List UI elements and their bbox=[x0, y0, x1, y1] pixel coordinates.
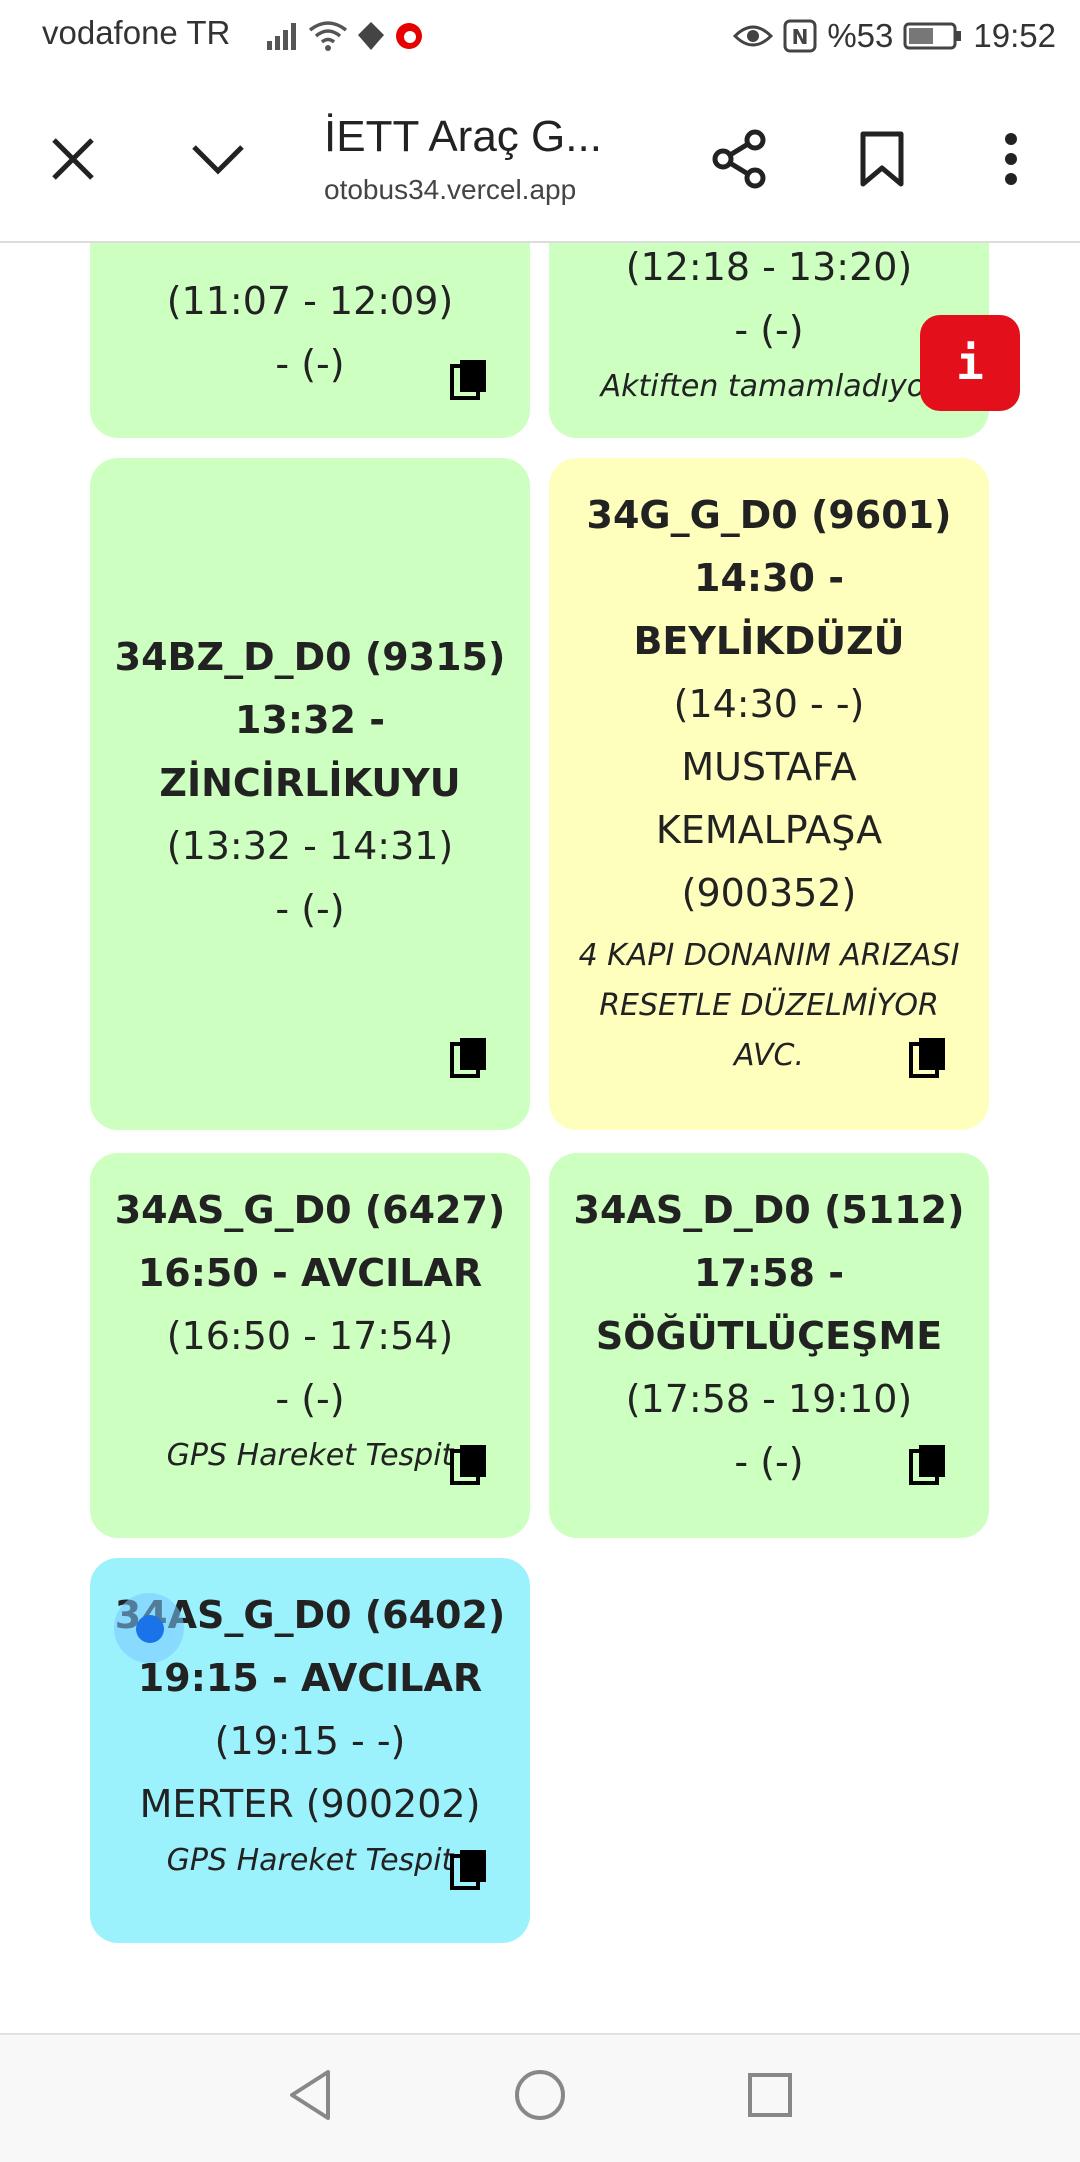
share-button[interactable] bbox=[700, 76, 778, 241]
vehicle-card[interactable]: 34AS_G_D0 (6427) 16:50 - AVCILAR (16:50 … bbox=[90, 1153, 530, 1538]
back-button[interactable] bbox=[280, 2065, 340, 2125]
copy-icon[interactable] bbox=[450, 358, 490, 402]
more-vertical-icon bbox=[1005, 132, 1017, 185]
card-departure: 17:58 - bbox=[694, 1251, 844, 1295]
page-title: İETT Araç G... bbox=[324, 112, 602, 161]
clock: 19:52 bbox=[973, 17, 1056, 54]
card-driver: MUSTAFA bbox=[681, 745, 857, 789]
location-icon bbox=[358, 22, 384, 50]
card-driver: - (-) bbox=[275, 1377, 345, 1421]
card-time-range: (17:58 - 19:10) bbox=[625, 1377, 913, 1421]
home-circle-icon bbox=[515, 2070, 565, 2120]
card-note: Aktiften tamamladıyor bbox=[600, 369, 938, 404]
card-destination: BEYLİKDÜZÜ bbox=[633, 619, 905, 663]
status-bar: vodafone TR N %53 19:52 bbox=[0, 0, 1080, 76]
card-vehicle-id: 34AS_G_D0 (6427) bbox=[114, 1188, 506, 1232]
card-driver: - (-) bbox=[734, 308, 804, 352]
recents-square-icon bbox=[748, 2073, 792, 2117]
vehicle-card[interactable]: 34BZ_D_D0 (9315) 13:32 - ZİNCİRLİKUYU (1… bbox=[90, 458, 530, 1130]
card-time-range: (12:18 - 13:20) bbox=[625, 245, 913, 289]
bookmark-button[interactable] bbox=[845, 76, 919, 241]
card-vehicle-id: 34G_G_D0 (9601) bbox=[586, 493, 952, 537]
vehicle-list: (11:07 - 12:09) - (-) (12:18 - 13:20) - … bbox=[0, 243, 1080, 2033]
more-menu-button[interactable] bbox=[985, 76, 1037, 241]
vehicle-card[interactable]: (11:07 - 12:09) - (-) bbox=[90, 243, 530, 438]
card-time-range: (16:50 - 17:54) bbox=[166, 1314, 454, 1358]
card-driver-surname: KEMALPAŞA bbox=[655, 808, 883, 852]
bookmark-icon bbox=[860, 131, 904, 186]
card-departure: 13:32 - bbox=[235, 698, 385, 742]
recents-button[interactable] bbox=[740, 2065, 800, 2125]
svg-text:N: N bbox=[792, 25, 809, 49]
vehicle-card[interactable]: 34G_G_D0 (9601) 14:30 - BEYLİKDÜZÜ (14:3… bbox=[549, 458, 989, 1130]
card-driver-id: (900352) bbox=[681, 871, 857, 915]
vodafone-icon bbox=[396, 23, 422, 49]
card-time-range: (19:15 - -) bbox=[214, 1719, 406, 1763]
vehicle-card[interactable]: 34AS_D_D0 (5112) 17:58 - SÖĞÜTLÜÇEŞME (1… bbox=[549, 1153, 989, 1538]
chevron-down-icon bbox=[192, 144, 244, 175]
card-driver: - (-) bbox=[275, 887, 345, 931]
card-destination: 16:50 - AVCILAR bbox=[137, 1251, 483, 1295]
card-departure: 14:30 - bbox=[694, 556, 844, 600]
nfc-icon: N bbox=[783, 19, 817, 53]
copy-icon[interactable] bbox=[909, 1036, 949, 1080]
browser-toolbar: İETT Araç G... otobus34.vercel.app bbox=[0, 76, 1080, 243]
copy-icon[interactable] bbox=[909, 1443, 949, 1487]
card-time-range: (14:30 - -) bbox=[673, 682, 865, 726]
home-button[interactable] bbox=[510, 2065, 570, 2125]
info-button[interactable]: i bbox=[920, 315, 1020, 411]
battery-percent: %53 bbox=[827, 17, 894, 54]
card-destination: SÖĞÜTLÜÇEŞME bbox=[595, 1314, 943, 1358]
status-icons-left bbox=[266, 14, 424, 58]
close-icon bbox=[52, 137, 94, 180]
eye-icon bbox=[733, 25, 774, 47]
copy-icon[interactable] bbox=[450, 1848, 490, 1892]
collapse-button[interactable] bbox=[168, 76, 268, 241]
page-url: otobus34.vercel.app bbox=[324, 174, 577, 205]
card-time-range: (13:32 - 14:31) bbox=[166, 824, 454, 868]
touch-indicator bbox=[114, 1593, 184, 1663]
card-vehicle-id: 34BZ_D_D0 (9315) bbox=[114, 635, 506, 679]
system-nav-bar bbox=[0, 2033, 1080, 2162]
carrier-name: vodafone TR bbox=[42, 14, 231, 51]
copy-icon[interactable] bbox=[450, 1443, 490, 1487]
signal-icon bbox=[267, 23, 296, 50]
back-triangle-icon bbox=[290, 2070, 330, 2120]
card-vehicle-id: 34AS_D_D0 (5112) bbox=[573, 1188, 965, 1232]
card-time-range: (11:07 - 12:09) bbox=[166, 279, 454, 323]
status-icons-right: N %53 19:52 bbox=[733, 14, 1056, 58]
card-driver: MERTER (900202) bbox=[139, 1782, 481, 1826]
close-button[interactable] bbox=[28, 76, 118, 241]
wifi-icon bbox=[308, 21, 348, 51]
card-destination: ZİNCİRLİKUYU bbox=[159, 761, 461, 805]
share-icon bbox=[712, 129, 766, 188]
copy-icon[interactable] bbox=[450, 1036, 490, 1080]
battery-icon bbox=[903, 22, 962, 50]
